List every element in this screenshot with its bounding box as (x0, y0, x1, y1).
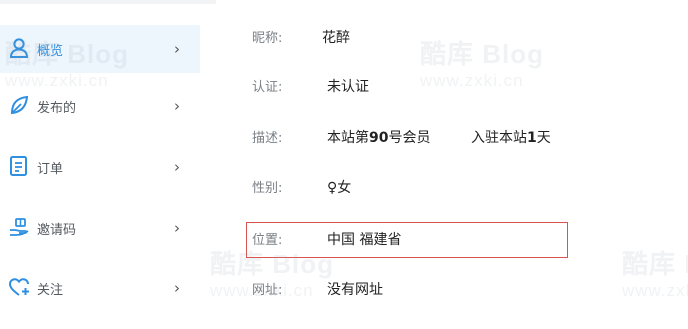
sidebar-item-label: 订单 (37, 161, 64, 177)
nickname-label: 昵称: (252, 31, 283, 46)
gender-value: ♀女 (327, 180, 352, 196)
nickname-value: 花醉 (322, 30, 350, 46)
sidebar-item-published[interactable]: 发布的 › (0, 82, 200, 130)
leaf-icon (8, 94, 30, 116)
sidebar-nav: 概览 › 发布的 › 订单 › 邀请码 › 关注 › (0, 4, 216, 329)
certification-value: 未认证 (327, 79, 369, 95)
location-value: 中国 福建省 (327, 232, 402, 248)
profile-info-panel: 昵称: 花醉 认证: 未认证 描述: 本站第90号会员 入驻本站1天 性别: ♀… (216, 0, 688, 329)
nickname-row: 昵称: 花醉 (252, 27, 672, 49)
joined-days-text: 入驻本站1天 (471, 130, 551, 146)
certification-label: 认证: (252, 80, 283, 95)
sidebar-item-label: 发布的 (37, 100, 77, 116)
gender-label: 性别: (252, 181, 283, 196)
sidebar-item-label: 邀请码 (37, 222, 77, 238)
website-row: 网址: 没有网址 (252, 279, 672, 301)
chevron-right-icon: › (174, 157, 180, 176)
sidebar-item-follow[interactable]: 关注 › (0, 264, 200, 312)
chevron-right-icon: › (174, 218, 180, 237)
location-label: 位置: (252, 233, 283, 248)
chevron-right-icon: › (174, 96, 180, 115)
sidebar-item-label: 概览 (37, 43, 64, 59)
location-row: 位置: 中国 福建省 (252, 229, 672, 251)
sidebar-item-orders[interactable]: 订单 › (0, 143, 200, 191)
hand-gift-icon (8, 216, 30, 238)
order-list-icon (8, 155, 30, 177)
description-row: 描述: 本站第90号会员 入驻本站1天 (252, 127, 672, 149)
website-label: 网址: (252, 283, 283, 298)
heart-plus-icon (8, 276, 30, 298)
member-number-text: 本站第90号会员 (327, 130, 431, 146)
website-value: 没有网址 (327, 282, 383, 298)
chevron-right-icon: › (174, 39, 180, 58)
user-icon (8, 37, 30, 59)
description-label: 描述: (252, 131, 283, 146)
gender-row: 性别: ♀女 (252, 177, 672, 199)
chevron-right-icon: › (174, 278, 180, 297)
certification-row: 认证: 未认证 (252, 76, 672, 98)
sidebar-item-invite-code[interactable]: 邀请码 › (0, 204, 200, 252)
sidebar-item-overview[interactable]: 概览 › (0, 25, 200, 73)
profile-page: 概览 › 发布的 › 订单 › 邀请码 › 关注 › 昵称: 花醉 认证: 未认… (0, 0, 688, 329)
sidebar-item-label: 关注 (37, 282, 64, 298)
